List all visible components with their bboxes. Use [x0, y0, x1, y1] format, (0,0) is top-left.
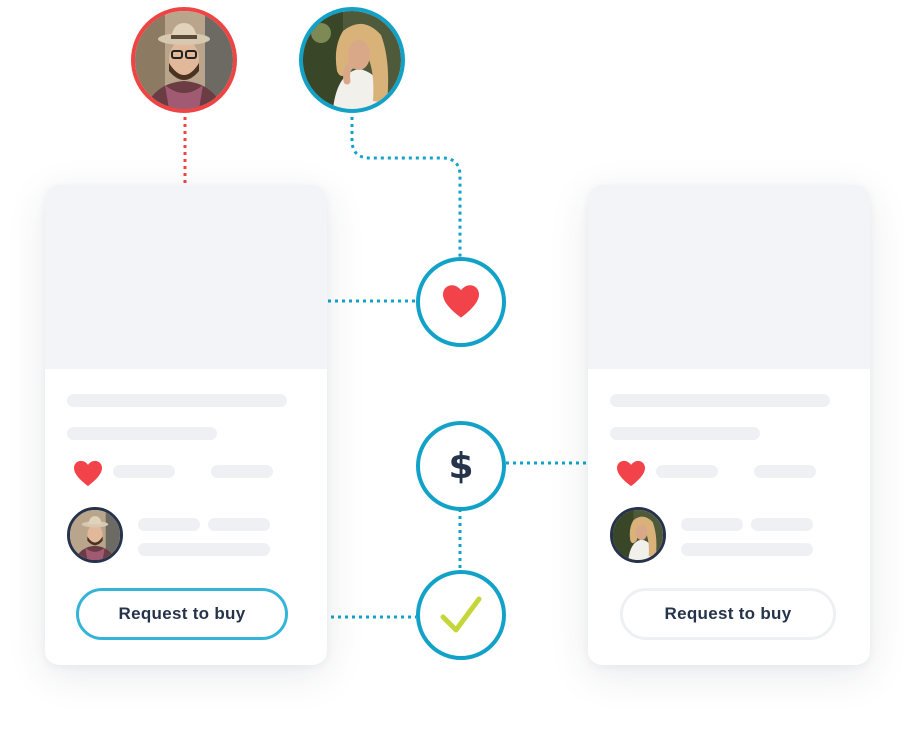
seller-location-placeholder: [138, 543, 270, 556]
seller-location-placeholder: [681, 543, 813, 556]
title-placeholder: [67, 394, 287, 407]
man-with-hat-portrait-small: [70, 510, 120, 560]
listing-image-placeholder: [588, 185, 870, 369]
listing-image-placeholder: [45, 185, 327, 369]
subtitle-placeholder: [610, 427, 760, 440]
meta-placeholder: [754, 465, 816, 478]
blonde-woman-avatar: [610, 507, 666, 563]
likes-placeholder: [656, 465, 718, 478]
buyer-avatar: [131, 7, 237, 113]
blonde-woman-portrait-small: [613, 510, 663, 560]
title-placeholder: [610, 394, 830, 407]
request-to-buy-button[interactable]: Request to buy: [76, 588, 288, 640]
seller-listing-card: Request to buy: [588, 185, 870, 665]
buyer-listing-card: Request to buy: [45, 185, 327, 665]
confirmation-node: [416, 570, 506, 660]
payment-node: $: [416, 421, 506, 511]
man-with-hat-portrait: [135, 11, 233, 109]
like-node: [416, 257, 506, 347]
subtitle-placeholder: [67, 427, 217, 440]
heart-icon[interactable]: [616, 460, 646, 488]
seller-name-placeholder: [681, 518, 743, 531]
seller-avatar-connector: [350, 117, 462, 258]
seller-avatar: [299, 7, 405, 113]
request-to-buy-button[interactable]: Request to buy: [620, 588, 836, 640]
blonde-woman-portrait: [303, 11, 401, 109]
dollar-icon: $: [448, 445, 474, 487]
seller-rating-placeholder: [751, 518, 813, 531]
checkmark-icon: [440, 596, 482, 633]
meta-placeholder: [211, 465, 273, 478]
seller-rating-placeholder: [208, 518, 270, 531]
heart-icon: [443, 285, 479, 318]
heart-icon[interactable]: [73, 460, 103, 488]
man-with-hat-avatar: [67, 507, 123, 563]
likes-placeholder: [113, 465, 175, 478]
seller-name-placeholder: [138, 518, 200, 531]
